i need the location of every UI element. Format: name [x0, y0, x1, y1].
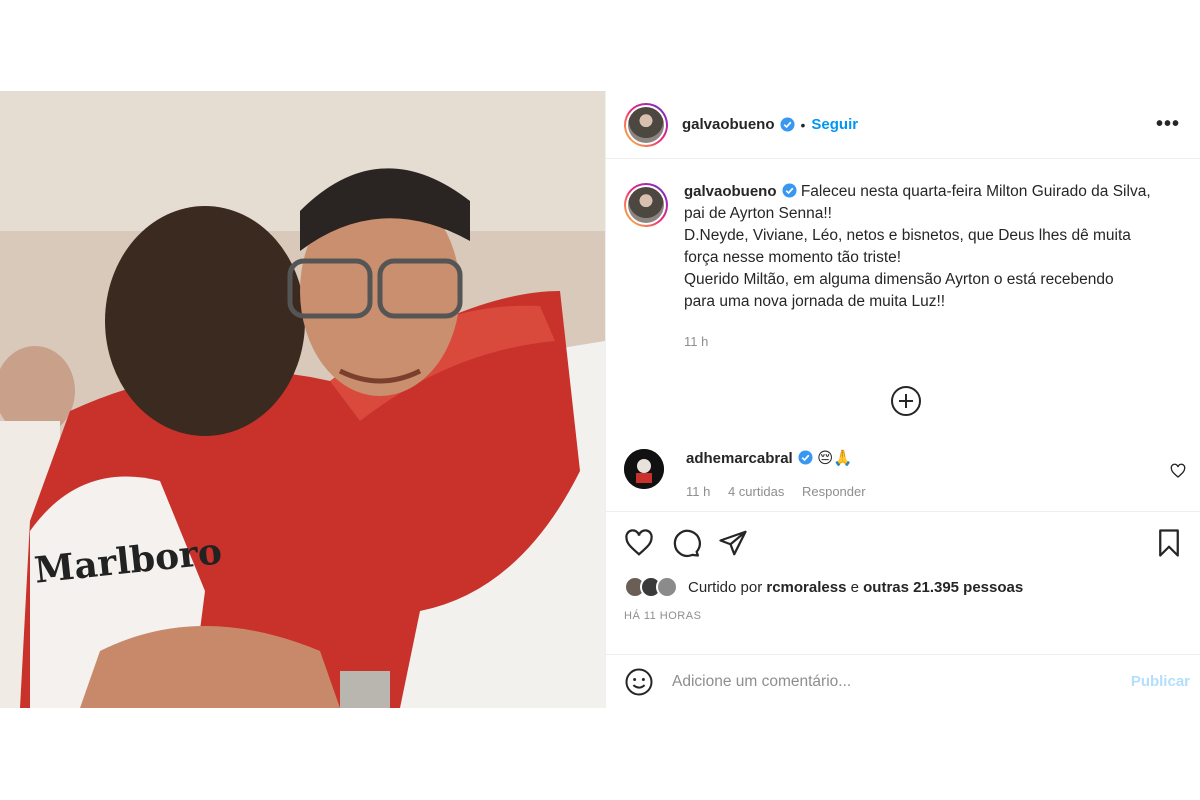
follow-button[interactable]: Seguir	[811, 116, 858, 133]
commenter-avatar-image	[624, 449, 664, 489]
action-icons-row	[624, 526, 1184, 560]
comment-item: adhemarcabral 😔🙏 11 h 4 curtidas Respond…	[624, 449, 1188, 499]
publish-button[interactable]: Publicar	[1131, 673, 1190, 690]
liked-by-user[interactable]: rcmoraless	[766, 579, 846, 596]
caption-line: D.Neyde, Viviane, Léo, netos e bisnetos,…	[684, 227, 1131, 244]
post-header: galvaobueno • Seguir •••	[606, 91, 1200, 159]
verified-badge-icon	[779, 117, 795, 132]
liked-by-row: Curtido por rcmoraless e outras 21.395 p…	[624, 576, 1184, 598]
caption-line: Faleceu nesta quarta-feira Milton Guirad…	[800, 183, 1151, 200]
caption-text: galvaobueno Faleceu nesta quarta-feira M…	[684, 181, 1151, 353]
caption-line: força nesse momento tão triste!	[684, 249, 902, 266]
comment-likes[interactable]: 4 curtidas	[728, 484, 784, 499]
caption-line: para uma nova jornada de muita Luz!!	[684, 293, 946, 310]
more-options-icon[interactable]: •••	[1156, 113, 1180, 136]
liker-avatar	[656, 576, 678, 598]
comment-text: 😔🙏	[817, 450, 853, 467]
load-more-comments-icon[interactable]	[890, 385, 922, 417]
save-bookmark-icon[interactable]	[1154, 528, 1184, 558]
commenter-username[interactable]: adhemarcabral	[686, 450, 793, 467]
comment-input[interactable]	[672, 672, 1131, 691]
post-time-ago[interactable]: HÁ 11 HORAS	[624, 610, 1184, 622]
avatar-image	[628, 106, 664, 143]
emoji-smiley-icon[interactable]	[624, 667, 654, 697]
reply-button[interactable]: Responder	[802, 484, 866, 499]
like-heart-icon[interactable]	[624, 528, 654, 558]
post-caption: galvaobueno Faleceu nesta quarta-feira M…	[606, 159, 1200, 353]
post-photo-illustration: Marlboro	[0, 91, 605, 708]
caption-line: pai de Ayrton Senna!!	[684, 205, 832, 222]
liked-by-others[interactable]: outras 21.395 pessoas	[863, 579, 1023, 596]
caption-username[interactable]: galvaobueno	[684, 183, 777, 200]
liker-avatars[interactable]	[624, 576, 678, 598]
comment-meta: 11 h 4 curtidas Responder	[686, 484, 880, 499]
comments-section[interactable]: galvaobueno Faleceu nesta quarta-feira M…	[606, 159, 1200, 511]
caption-line: Querido Miltão, em alguma dimensão Ayrto…	[684, 271, 1114, 288]
liked-by-prefix: Curtido por	[688, 578, 763, 596]
comment-body: adhemarcabral 😔🙏 11 h 4 curtidas Respond…	[686, 449, 880, 499]
author-username[interactable]: galvaobueno	[682, 116, 775, 133]
comment-like-heart-icon[interactable]	[1170, 463, 1186, 479]
verified-badge-icon	[798, 450, 813, 465]
post-side-panel: galvaobueno • Seguir ••• galvaobueno Fal…	[605, 91, 1200, 708]
caption-avatar[interactable]	[624, 183, 668, 227]
post-actions: Curtido por rcmoraless e outras 21.395 p…	[606, 511, 1200, 622]
instagram-post: Marlboro galvaobueno • Seguir ••• galvao…	[0, 91, 1200, 708]
comment-bubble-icon[interactable]	[671, 528, 701, 558]
post-photo[interactable]: Marlboro	[0, 91, 605, 708]
share-paper-plane-icon[interactable]	[718, 528, 748, 558]
caption-timestamp: 11 h	[684, 334, 709, 349]
liked-by-connector: e	[850, 578, 859, 596]
header-separator: •	[800, 116, 806, 133]
avatar-image	[628, 187, 664, 223]
verified-badge-icon	[781, 183, 797, 198]
author-avatar[interactable]	[624, 102, 668, 147]
add-comment-bar: Publicar	[606, 654, 1200, 708]
commenter-avatar[interactable]	[624, 449, 664, 489]
comment-timestamp: 11 h	[686, 484, 711, 499]
